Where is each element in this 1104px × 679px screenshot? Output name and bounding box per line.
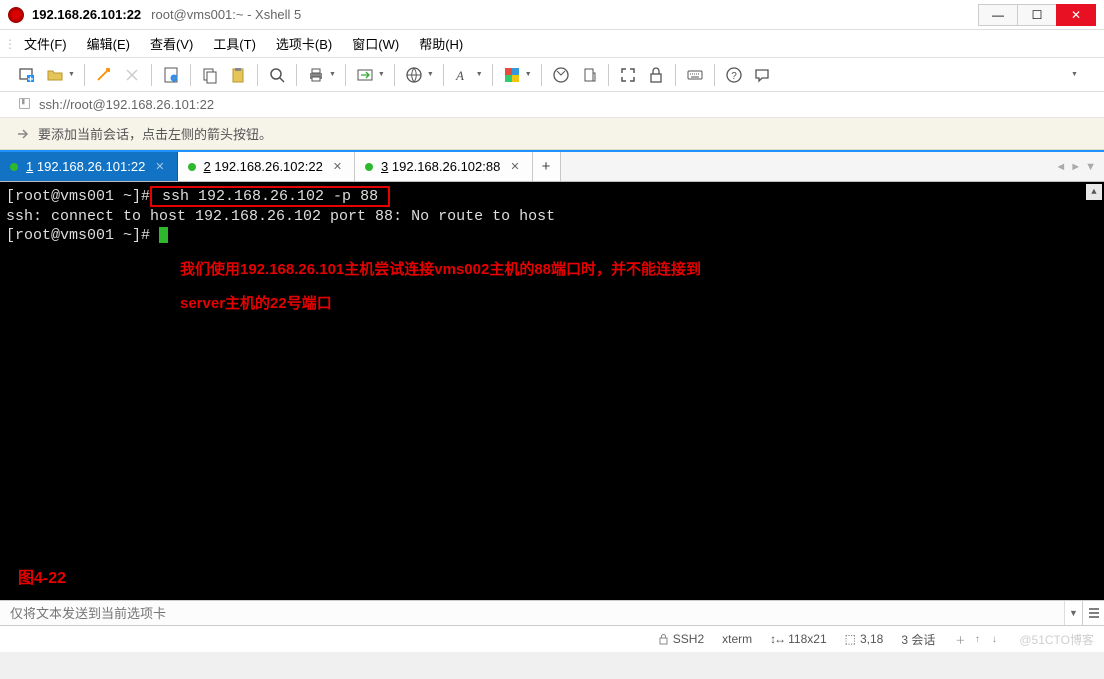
status-position: ⬚ 3,18 xyxy=(845,632,884,646)
tab-list-icon[interactable]: ▼ xyxy=(1085,161,1096,173)
figure-label: 图4-22 xyxy=(18,569,66,588)
encoding-dropdown-icon[interactable]: ▼ xyxy=(427,71,437,78)
minimize-button[interactable]: — xyxy=(978,4,1018,26)
sendbar: ▼ xyxy=(0,600,1104,626)
tab-next-icon[interactable]: ► xyxy=(1070,161,1081,173)
menu-help[interactable]: 帮助(H) xyxy=(411,32,471,55)
maximize-button[interactable]: ☐ xyxy=(1017,4,1057,26)
open-session-icon[interactable] xyxy=(42,62,68,88)
menu-window[interactable]: 窗口(W) xyxy=(344,32,407,55)
color-scheme-icon[interactable] xyxy=(499,62,525,88)
terminal-pane[interactable]: ▲ [root@vms001 ~]# ssh 192.168.26.102 -p… xyxy=(0,182,1104,600)
highlighted-command: ssh 192.168.26.102 -p 88 xyxy=(150,186,390,207)
svg-text:?: ? xyxy=(731,71,737,82)
status-sessions: 3 会话 xyxy=(901,631,935,648)
window-controls: — ☐ ✕ xyxy=(979,4,1096,26)
menu-tabs[interactable]: 选项卡(B) xyxy=(268,32,340,55)
hint-text: 要添加当前会话，点击左侧的箭头按钮。 xyxy=(38,124,272,143)
font-dropdown-icon[interactable]: ▼ xyxy=(476,71,486,78)
status-dot-icon xyxy=(10,163,18,171)
tab-close-icon[interactable]: ✕ xyxy=(508,160,521,173)
status-protocol: SSH2 xyxy=(658,632,704,646)
tray-plus-icon[interactable]: ＋ xyxy=(953,632,967,646)
tab-1[interactable]: 1 192.168.26.101:22 ✕ xyxy=(0,152,178,181)
encoding-icon[interactable] xyxy=(401,62,427,88)
search-icon[interactable] xyxy=(264,62,290,88)
terminal-output: ssh: connect to host 192.168.26.102 port… xyxy=(6,207,1098,226)
toolbar-overflow-icon[interactable]: ▼ xyxy=(1064,62,1090,88)
close-button[interactable]: ✕ xyxy=(1056,4,1096,26)
addressbar: ssh://root@192.168.26.101:22 xyxy=(0,92,1104,118)
status-size: ↕↔ 118x21 xyxy=(770,632,826,646)
hint-arrow-icon[interactable] xyxy=(16,127,30,141)
send-target-dropdown-icon[interactable]: ▼ xyxy=(1064,601,1082,625)
keyboard-icon[interactable] xyxy=(682,62,708,88)
cursor-icon xyxy=(159,227,168,243)
new-session-icon[interactable] xyxy=(14,62,40,88)
chat-icon[interactable] xyxy=(749,62,775,88)
tab-close-icon[interactable]: ✕ xyxy=(153,160,166,173)
annotation-text-2: server主机的22号端口 xyxy=(180,294,332,313)
log-icon[interactable] xyxy=(548,62,574,88)
send-input[interactable] xyxy=(0,601,1064,625)
print-icon[interactable] xyxy=(303,62,329,88)
tab-prev-icon[interactable]: ◄ xyxy=(1055,161,1066,173)
tray-up-icon[interactable]: ↑ xyxy=(970,632,984,646)
connect-icon[interactable] xyxy=(91,62,117,88)
hintbar: 要添加当前会话，点击左侧的箭头按钮。 xyxy=(0,118,1104,150)
status-dot-icon xyxy=(365,163,373,171)
statusbar: SSH2 xterm ↕↔ 118x21 ⬚ 3,18 3 会话 ＋ ↑ ↓ @… xyxy=(0,626,1104,652)
xftp-icon[interactable] xyxy=(352,62,378,88)
toolbar: ▼ ▼ ▼ ▼ A ▼ ▼ ? ▼ xyxy=(0,58,1104,92)
annotation-text-1: 我们使用192.168.26.101主机尝试连接vms002主机的88端口时，并… xyxy=(180,260,701,279)
menu-tools[interactable]: 工具(T) xyxy=(205,32,264,55)
tray-down-icon[interactable]: ↓ xyxy=(987,632,1001,646)
window-title-rest: root@vms001:~ - Xshell 5 xyxy=(151,7,301,22)
color-dropdown-icon[interactable]: ▼ xyxy=(525,71,535,78)
watermark-text: @51CTO博客 xyxy=(1019,631,1094,648)
prompt: [root@vms001 ~]# xyxy=(6,188,150,205)
print-dropdown-icon[interactable]: ▼ xyxy=(329,71,339,78)
prompt: [root@vms001 ~]# xyxy=(6,227,159,244)
scroll-up-icon[interactable]: ▲ xyxy=(1086,184,1102,200)
fullscreen-icon[interactable] xyxy=(615,62,641,88)
menu-file[interactable]: 文件(F) xyxy=(16,32,75,55)
app-icon xyxy=(8,7,24,23)
menubar: 文件(F) 编辑(E) 查看(V) 工具(T) 选项卡(B) 窗口(W) 帮助(… xyxy=(0,30,1104,58)
lock-icon[interactable] xyxy=(643,62,669,88)
menu-edit[interactable]: 编辑(E) xyxy=(79,32,138,55)
tabstrip: 1 192.168.26.101:22 ✕ 2 192.168.26.102:2… xyxy=(0,152,1104,182)
xftp-dropdown-icon[interactable]: ▼ xyxy=(378,71,388,78)
paste-icon[interactable] xyxy=(225,62,251,88)
window-title-addr: 192.168.26.101:22 xyxy=(32,7,141,22)
properties-icon[interactable] xyxy=(158,62,184,88)
status-termtype: xterm xyxy=(722,632,752,646)
tab-label: 1 192.168.26.101:22 xyxy=(26,159,145,174)
status-tray-icons: ＋ ↑ ↓ xyxy=(953,632,1001,646)
add-tab-button[interactable]: + xyxy=(533,152,561,181)
titlebar: 192.168.26.101:22 root@vms001:~ - Xshell… xyxy=(0,0,1104,30)
font-icon[interactable]: A xyxy=(450,62,476,88)
menu-view[interactable]: 查看(V) xyxy=(142,32,201,55)
tab-nav: ◄ ► ▼ xyxy=(1055,152,1104,181)
tab-close-icon[interactable]: ✕ xyxy=(331,160,344,173)
svg-text:A: A xyxy=(455,68,464,83)
scroll-icon[interactable] xyxy=(576,62,602,88)
tab-label: 2 192.168.26.102:22 xyxy=(204,159,323,174)
tab-label: 3 192.168.26.102:88 xyxy=(381,159,500,174)
help-icon[interactable]: ? xyxy=(721,62,747,88)
status-dot-icon xyxy=(188,163,196,171)
tab-3[interactable]: 3 192.168.26.102:88 ✕ xyxy=(355,152,533,181)
disconnect-icon[interactable] xyxy=(119,62,145,88)
address-url[interactable]: ssh://root@192.168.26.101:22 xyxy=(39,97,214,112)
tab-2[interactable]: 2 192.168.26.102:22 ✕ xyxy=(178,152,356,181)
bookmark-icon[interactable] xyxy=(18,97,31,113)
copy-icon[interactable] xyxy=(197,62,223,88)
open-dropdown-icon[interactable]: ▼ xyxy=(68,71,78,78)
send-menu-icon[interactable] xyxy=(1082,601,1104,625)
